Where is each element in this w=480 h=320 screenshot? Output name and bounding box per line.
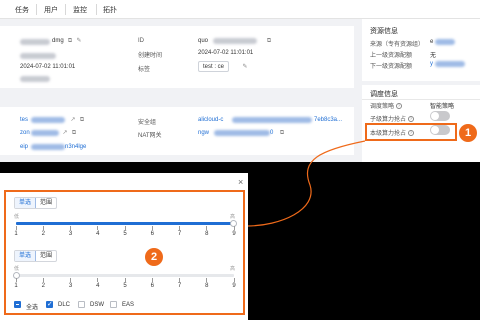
slider-fill (16, 222, 234, 225)
slider-tick-label: 1 (14, 283, 18, 289)
slider-tick (179, 226, 180, 230)
slider-tick-label: 8 (205, 231, 209, 237)
slider-tick-label: 5 (123, 283, 127, 289)
slider-tick (70, 226, 71, 230)
low-hint: 低 (14, 266, 20, 272)
slider-tick (151, 278, 153, 282)
slider-tick-label: 9 (232, 231, 236, 237)
select-all-label: 全选 (26, 305, 39, 311)
high-hint: 高 (230, 214, 236, 220)
eas-label: EAS (122, 302, 135, 308)
close-icon[interactable]: × (238, 177, 243, 187)
slider-tick (124, 226, 126, 230)
mode-range-option[interactable]: 范围 (36, 198, 56, 208)
slider-knob[interactable] (13, 272, 20, 279)
slider-tick (206, 278, 208, 282)
slider-tick (15, 278, 17, 282)
dsw-label: DSW (90, 302, 104, 308)
eas-checkbox[interactable] (110, 301, 117, 308)
select-all-checkbox[interactable] (14, 301, 21, 308)
slider-tick-label: 9 (232, 283, 236, 289)
slider-mode-segment-2: 单选 范围 (14, 250, 58, 262)
slider-tick (97, 278, 99, 282)
slider-tick-label: 5 (123, 231, 127, 237)
slider-tick (233, 226, 235, 230)
high-hint: 高 (230, 266, 236, 272)
slider-tick-label: 6 (150, 283, 154, 289)
slider-mode-segment-1: 单选 范围 (14, 197, 58, 209)
slider-tick (206, 226, 208, 230)
slider-tick (97, 226, 99, 230)
dsw-checkbox[interactable] (78, 301, 85, 308)
slider-tick (179, 278, 180, 282)
slider-tick-label: 4 (96, 231, 100, 237)
mode-range-option[interactable]: 范围 (36, 251, 56, 261)
slider-tick-label: 7 (177, 231, 182, 237)
slider-tick-label: 1 (14, 231, 18, 237)
mode-single-option[interactable]: 单选 (15, 198, 37, 208)
slider-tick-label: 2 (41, 283, 45, 289)
mode-single-option[interactable]: 单选 (15, 251, 37, 261)
slider-tick-label: 3 (68, 231, 73, 237)
low-hint: 低 (14, 214, 20, 220)
dlc-label: DLC (58, 302, 71, 308)
slider-tick (124, 278, 126, 282)
step-badge-2: 2 (145, 248, 163, 266)
slider-rail[interactable] (16, 274, 234, 277)
slider-tick-label: 6 (150, 231, 154, 237)
slider-tick (70, 278, 71, 282)
slider-tick-label: 8 (205, 283, 209, 289)
slider-tick (233, 278, 235, 282)
slider-tick-label: 3 (68, 283, 73, 289)
slider-tick-label: 2 (41, 231, 45, 237)
slider-tick (42, 226, 44, 230)
slider-tick-label: 4 (96, 283, 100, 289)
slider-tick (15, 226, 17, 230)
slider-tick (42, 278, 44, 282)
dlc-checkbox[interactable] (46, 300, 53, 308)
slider-tick (151, 226, 153, 230)
slider-tick-label: 7 (177, 283, 182, 289)
